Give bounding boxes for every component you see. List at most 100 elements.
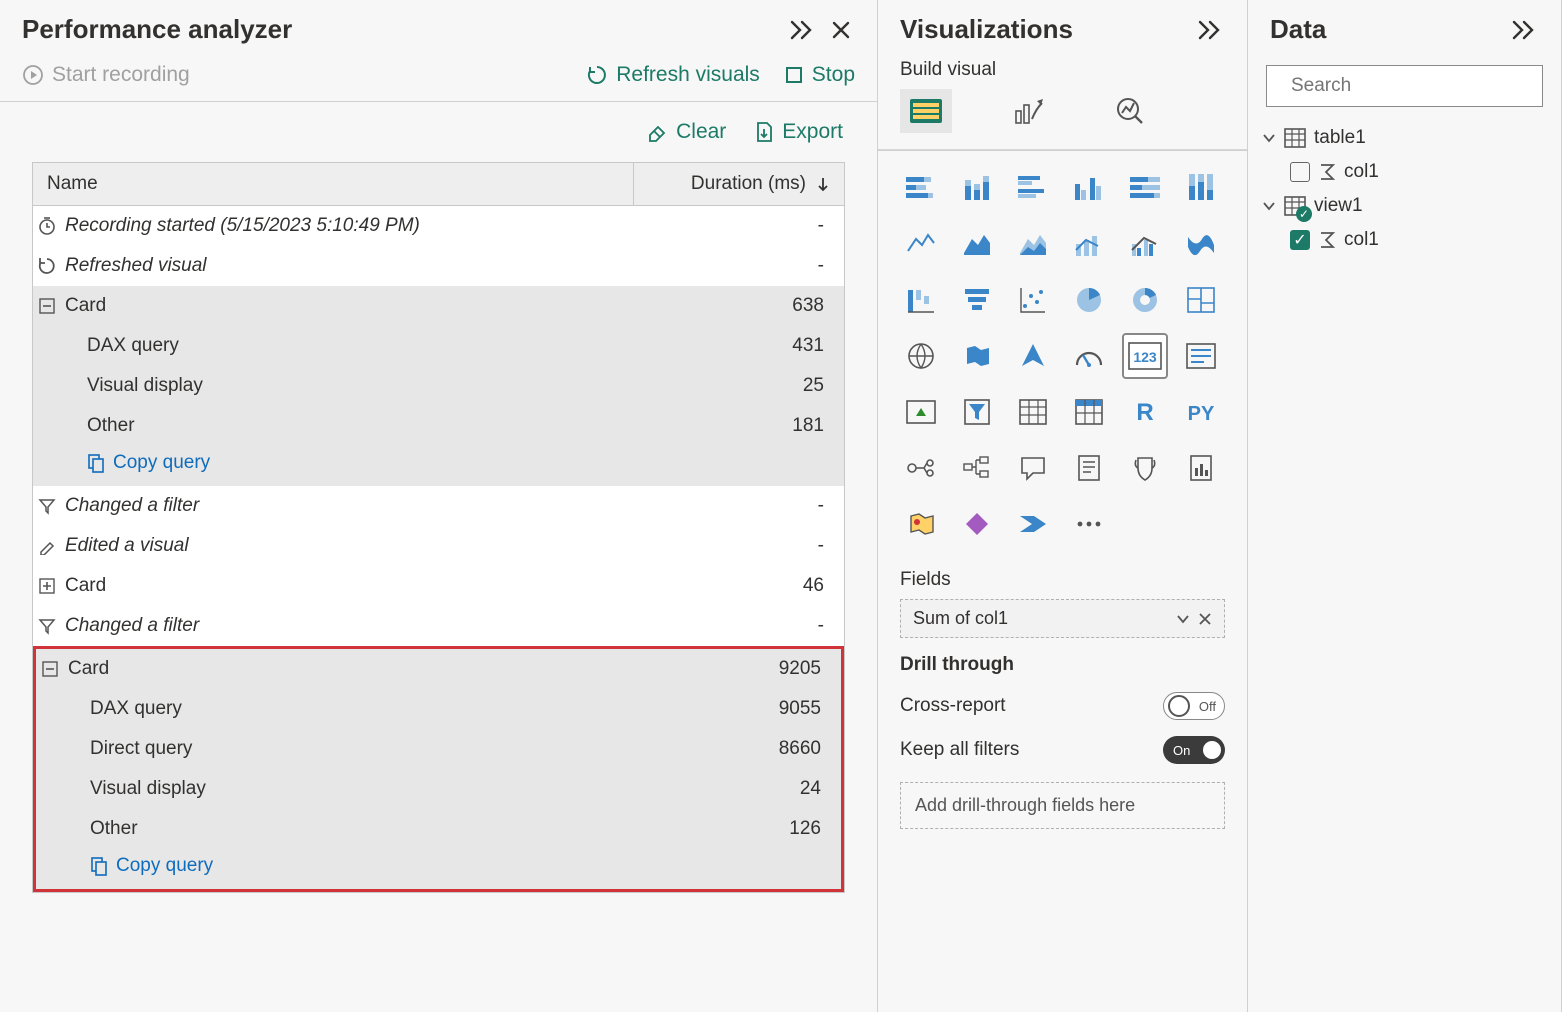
viz-scroll[interactable]: 123 R PY Fields Sum of col1 Drill t — [878, 150, 1247, 1012]
table-row[interactable]: Refreshed visual - — [33, 246, 844, 286]
cross-report-toggle[interactable]: Off — [1163, 692, 1225, 720]
clustered-column-chart-icon[interactable] — [1068, 167, 1110, 209]
waterfall-chart-icon[interactable] — [900, 279, 942, 321]
row-label: Recording started (5/15/2023 5:10:49 PM) — [65, 215, 420, 237]
table-row[interactable]: Recording started (5/15/2023 5:10:49 PM)… — [33, 206, 844, 246]
funnel-chart-icon[interactable] — [956, 279, 998, 321]
stacked-area-chart-icon[interactable] — [1012, 223, 1054, 265]
tree-field-table1-col1[interactable]: col1 — [1262, 155, 1547, 189]
search-input[interactable] — [1289, 74, 1538, 98]
row-label: Changed a filter — [65, 495, 199, 517]
kpi-icon[interactable] — [900, 391, 942, 433]
tree-table-table1[interactable]: table1 — [1262, 121, 1547, 155]
visualizations-pane: Visualizations Build visual — [878, 0, 1248, 1012]
filled-map-icon[interactable] — [956, 335, 998, 377]
refresh-visuals-button[interactable]: Refresh visuals — [586, 63, 760, 87]
tab-analytics[interactable] — [1104, 89, 1156, 133]
table-row[interactable]: Visual display 25 — [33, 366, 844, 406]
key-influencers-icon[interactable] — [900, 447, 942, 489]
treemap-icon[interactable] — [1180, 279, 1222, 321]
svg-text:PY: PY — [1188, 403, 1215, 425]
paginated-report-icon[interactable] — [1180, 447, 1222, 489]
goals-icon[interactable] — [1124, 447, 1166, 489]
map-icon[interactable] — [900, 335, 942, 377]
table-row[interactable]: Other 126 — [36, 809, 841, 849]
line-chart-icon[interactable] — [900, 223, 942, 265]
tab-format-visual[interactable] — [1002, 89, 1054, 133]
stacked-bar-chart-icon[interactable] — [900, 167, 942, 209]
table-row-card[interactable]: Card 46 — [33, 566, 844, 606]
col-name-header[interactable]: Name — [33, 163, 634, 205]
export-button[interactable]: Export — [754, 120, 843, 144]
pie-chart-icon[interactable] — [1068, 279, 1110, 321]
gauge-icon[interactable] — [1068, 335, 1110, 377]
tree-field-view1-col1[interactable]: ✓ col1 — [1262, 223, 1547, 257]
line-stacked-column-icon[interactable] — [1068, 223, 1110, 265]
scatter-chart-icon[interactable] — [1012, 279, 1054, 321]
smart-narrative-icon[interactable] — [1068, 447, 1110, 489]
decomposition-tree-icon[interactable] — [956, 447, 998, 489]
expand-icon[interactable] — [35, 578, 59, 594]
col-duration-header[interactable]: Duration (ms) — [634, 163, 844, 205]
perf-close-icon[interactable] — [827, 16, 855, 44]
table-row[interactable]: DAX query 9055 — [36, 689, 841, 729]
hundred-stacked-column-icon[interactable] — [1180, 167, 1222, 209]
r-visual-icon[interactable]: R — [1124, 391, 1166, 433]
search-box[interactable] — [1266, 65, 1543, 107]
matrix-visual-icon[interactable] — [1068, 391, 1110, 433]
table-row-card[interactable]: Card 638 — [33, 286, 844, 326]
power-automate-icon[interactable] — [1012, 503, 1054, 545]
table-row[interactable]: Edited a visual - — [33, 526, 844, 566]
table-row[interactable]: Other 181 — [33, 406, 844, 446]
remove-field-icon[interactable] — [1198, 612, 1212, 626]
power-apps-icon[interactable] — [956, 503, 998, 545]
row-duration: 8660 — [631, 734, 841, 764]
drill-through-dropzone[interactable]: Add drill-through fields here — [900, 782, 1225, 829]
line-clustered-column-icon[interactable] — [1124, 223, 1166, 265]
table-row[interactable]: Changed a filter - — [33, 486, 844, 526]
perf-expand-icon[interactable] — [789, 16, 817, 44]
slicer-icon[interactable] — [956, 391, 998, 433]
field-well-item[interactable]: Sum of col1 — [900, 599, 1225, 638]
azure-map-icon[interactable] — [1012, 335, 1054, 377]
perf-table: Name Duration (ms) Recording started (5/… — [32, 162, 845, 893]
clear-button[interactable]: Clear — [646, 120, 726, 144]
table-visual-icon[interactable] — [1012, 391, 1054, 433]
table-row[interactable]: Changed a filter - — [33, 606, 844, 646]
arcgis-map-icon[interactable] — [900, 503, 942, 545]
collapse-icon[interactable] — [35, 298, 59, 314]
clustered-bar-chart-icon[interactable] — [1012, 167, 1054, 209]
chevron-down-icon — [1262, 133, 1276, 143]
table-row-card[interactable]: Card 9205 — [36, 649, 841, 689]
data-expand-icon[interactable] — [1511, 16, 1539, 44]
python-visual-icon[interactable]: PY — [1180, 391, 1222, 433]
hundred-stacked-bar-icon[interactable] — [1124, 167, 1166, 209]
tree-table-view1[interactable]: view1 — [1262, 189, 1547, 223]
viz-expand-icon[interactable] — [1197, 16, 1225, 44]
checkbox-unchecked[interactable] — [1290, 162, 1310, 182]
copy-query-link[interactable]: Copy query — [90, 853, 213, 885]
keep-filters-toggle[interactable]: On — [1163, 736, 1225, 764]
chevron-down-icon[interactable] — [1176, 614, 1190, 624]
multi-row-card-icon[interactable] — [1180, 335, 1222, 377]
ribbon-chart-icon[interactable] — [1180, 223, 1222, 265]
qa-visual-icon[interactable] — [1012, 447, 1054, 489]
area-chart-icon[interactable] — [956, 223, 998, 265]
card-visual-icon[interactable]: 123 — [1124, 335, 1166, 377]
stop-button[interactable]: Stop — [784, 63, 855, 87]
donut-chart-icon[interactable] — [1124, 279, 1166, 321]
svg-text:R: R — [1136, 399, 1153, 426]
table-row[interactable]: DAX query 431 — [33, 326, 844, 366]
stacked-column-chart-icon[interactable] — [956, 167, 998, 209]
refresh-icon — [35, 256, 59, 276]
copy-query-link[interactable]: Copy query — [87, 450, 210, 482]
copy-icon — [90, 856, 108, 876]
table-row[interactable]: Direct query 8660 — [36, 729, 841, 769]
table-row[interactable]: Visual display 24 — [36, 769, 841, 809]
field-value-label: Sum of col1 — [913, 608, 1168, 629]
collapse-icon[interactable] — [38, 661, 62, 677]
start-recording-button[interactable]: Start recording — [22, 63, 190, 87]
tab-build-visual[interactable] — [900, 89, 952, 133]
checkbox-checked[interactable]: ✓ — [1290, 230, 1310, 250]
more-visuals-icon[interactable] — [1068, 503, 1110, 545]
